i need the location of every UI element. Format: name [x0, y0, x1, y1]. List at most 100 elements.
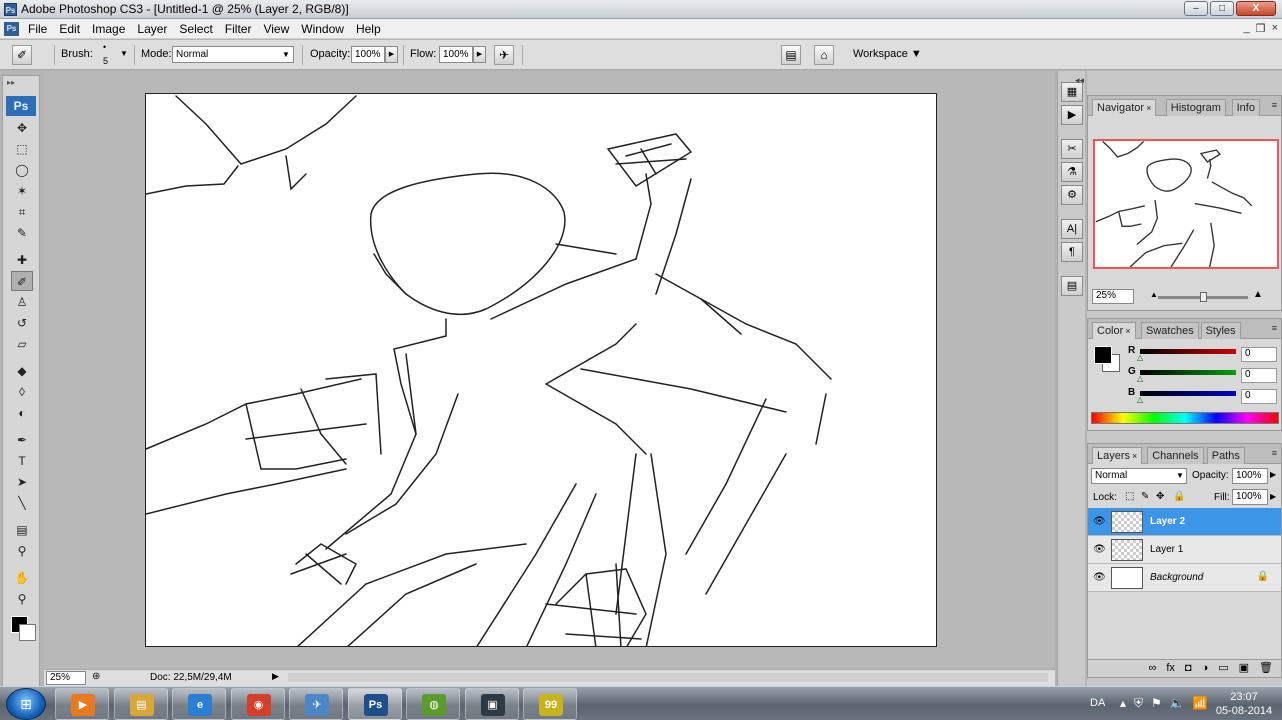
language-indicator[interactable]: DA [1090, 697, 1105, 709]
tab-histogram[interactable]: Histogram [1165, 99, 1226, 116]
visibility-eye-icon[interactable]: 👁 [1093, 544, 1106, 555]
visibility-eye-icon[interactable]: 👁 [1093, 572, 1106, 583]
channel-slider-knob-icon[interactable]: △ [1137, 395, 1143, 404]
tab-close-icon[interactable]: × [1125, 326, 1130, 336]
clock[interactable]: 23:07 05-08-2014 [1214, 690, 1274, 718]
doc-restore-button[interactable]: ❐ [1256, 22, 1266, 35]
channel-value-g[interactable]: 0 [1241, 368, 1277, 383]
fill-arrow-icon[interactable]: ▶ [1270, 492, 1276, 501]
history-brush-tool-icon[interactable]: ↺ [11, 313, 33, 333]
layer-row[interactable]: 👁 Layer 2 [1088, 508, 1281, 536]
menu-image[interactable]: Image [86, 22, 131, 36]
channel-slider-r[interactable] [1140, 349, 1236, 354]
minimize-button[interactable]: – [1184, 1, 1208, 16]
photoshop-logo[interactable]: Ps [6, 96, 36, 116]
tab-close-icon[interactable]: × [1146, 103, 1151, 113]
channel-slider-g[interactable] [1140, 370, 1236, 375]
volume-icon[interactable]: 🔈 [1170, 696, 1185, 711]
crop-tool-icon[interactable]: ⌗ [11, 202, 33, 222]
paragraph-dock-icon[interactable]: ¶ [1061, 242, 1083, 262]
menu-view[interactable]: View [257, 22, 295, 36]
mode-dropdown-icon[interactable]: ▼ [282, 50, 290, 59]
paint-bucket-tool-icon[interactable]: ◆ [11, 361, 33, 381]
airbrush-icon[interactable]: ✈ [494, 45, 514, 65]
game-app-button[interactable]: ◍ [406, 688, 460, 720]
new-group-icon[interactable]: ▭ [1218, 660, 1228, 677]
fraps-app-button[interactable]: 99 [523, 688, 577, 720]
zoom-in-icon[interactable]: ▲ [1253, 289, 1263, 300]
fill-field[interactable]: 100% [1232, 489, 1268, 505]
media-player-app-button[interactable]: ▶ [55, 688, 109, 720]
adjustment-layer-icon[interactable]: ◑ [1202, 660, 1209, 677]
document-icon[interactable]: Ps [4, 22, 19, 36]
menu-window[interactable]: Window [295, 22, 350, 36]
menu-select[interactable]: Select [173, 22, 218, 36]
pen-tool-icon[interactable]: ✒ [11, 430, 33, 450]
channel-slider-knob-icon[interactable]: △ [1137, 353, 1143, 362]
dodge-tool-icon[interactable]: ◐ [11, 403, 33, 423]
layer-mask-icon[interactable]: ◘ [1185, 660, 1192, 677]
new-layer-icon[interactable]: ▣ [1239, 660, 1249, 677]
brush-preset-icon[interactable]: ✐ [12, 45, 32, 65]
visibility-eye-icon[interactable]: 👁 [1093, 516, 1106, 527]
show-hidden-icons-icon[interactable]: ▴ [1120, 696, 1126, 711]
layer-row[interactable]: 👁 Layer 1 [1088, 536, 1281, 564]
layer-opacity-field[interactable]: 100% [1232, 468, 1268, 484]
explorer-app-button[interactable]: ▤ [113, 688, 168, 720]
healing-brush-tool-icon[interactable]: ✚ [11, 250, 33, 270]
magic-wand-tool-icon[interactable]: ✶ [11, 181, 33, 201]
layer-name[interactable]: Background [1150, 572, 1203, 583]
tab-navigator[interactable]: Navigator × [1092, 99, 1157, 116]
navigator-zoom-field[interactable]: 25% [1092, 289, 1134, 304]
clone-source-dock-icon[interactable]: ⚗ [1061, 162, 1083, 182]
blur-tool-icon[interactable]: ◊ [11, 382, 33, 402]
brush-dropdown-icon[interactable]: ▼ [120, 49, 128, 58]
link-layers-icon[interactable]: ∞ [1149, 660, 1157, 677]
palette-well-icon[interactable]: ▤ [781, 45, 801, 65]
path-selection-tool-icon[interactable]: ➤ [11, 472, 33, 492]
brushes-dock-icon[interactable]: ⚙ [1061, 185, 1083, 205]
notes-tool-icon[interactable]: ▤ [11, 520, 33, 540]
navigator-zoom-slider[interactable] [1158, 292, 1248, 302]
status-menu-arrow-icon[interactable]: ▶ [272, 671, 279, 682]
menu-filter[interactable]: Filter [219, 22, 258, 36]
lasso-tool-icon[interactable]: ◯ [11, 160, 33, 180]
doc-close-button[interactable]: × [1272, 22, 1278, 35]
doc-minimize-button[interactable]: _ [1244, 22, 1250, 35]
tab-layers[interactable]: Layers × [1092, 447, 1143, 464]
hand-tool-icon[interactable]: ✋ [11, 568, 33, 588]
navigator-panel-menu-icon[interactable]: ≡ [1272, 100, 1277, 110]
channel-slider-b[interactable] [1140, 391, 1236, 396]
zoom-tool-icon[interactable]: ⚲ [11, 589, 33, 609]
channel-slider-knob-icon[interactable]: △ [1137, 374, 1143, 383]
clone-stamp-tool-icon[interactable]: ♙ [11, 292, 33, 312]
photoshop-app-button[interactable]: Ps [347, 688, 402, 720]
flow-field[interactable]: 100% [439, 46, 473, 63]
brush-size[interactable]: 5 [103, 56, 108, 66]
security-icon[interactable]: ⛨ [1134, 696, 1143, 711]
close-button[interactable]: X [1236, 1, 1276, 16]
eyedropper-tool-icon[interactable]: ⚲ [11, 541, 33, 561]
tools-panel-grip[interactable]: ▸▸ [3, 76, 39, 96]
status-options-icon[interactable]: ⊛ [92, 671, 100, 682]
layer-comps-dock-icon[interactable]: ▤ [1061, 276, 1083, 296]
navigator-thumbnail[interactable] [1093, 139, 1279, 269]
color-spectrum-ramp[interactable] [1091, 412, 1279, 424]
zoom-out-icon[interactable]: ▲ [1150, 290, 1158, 299]
actions-dock-icon[interactable]: ▶ [1061, 105, 1083, 125]
move-tool-icon[interactable]: ✥ [11, 118, 33, 138]
canvas[interactable] [145, 93, 937, 647]
maximize-button[interactable]: □ [1210, 1, 1234, 16]
tab-styles[interactable]: Styles [1200, 322, 1241, 339]
menu-layer[interactable]: Layer [131, 22, 173, 36]
layer-style-icon[interactable]: fx [1166, 660, 1175, 677]
layers-panel-menu-icon[interactable]: ≡ [1272, 448, 1277, 458]
layer-opacity-arrow-icon[interactable]: ▶ [1270, 470, 1276, 479]
layer-row[interactable]: 👁 Background 🔒 [1088, 564, 1281, 592]
character-dock-icon[interactable]: A| [1061, 219, 1083, 239]
channel-value-r[interactable]: 0 [1241, 347, 1277, 362]
menu-help[interactable]: Help [350, 22, 387, 36]
slice-tool-icon[interactable]: ✎ [11, 223, 33, 243]
lock-transparency-icon[interactable]: ⬚ [1125, 491, 1134, 502]
internet-explorer-app-button[interactable]: e [172, 688, 226, 720]
